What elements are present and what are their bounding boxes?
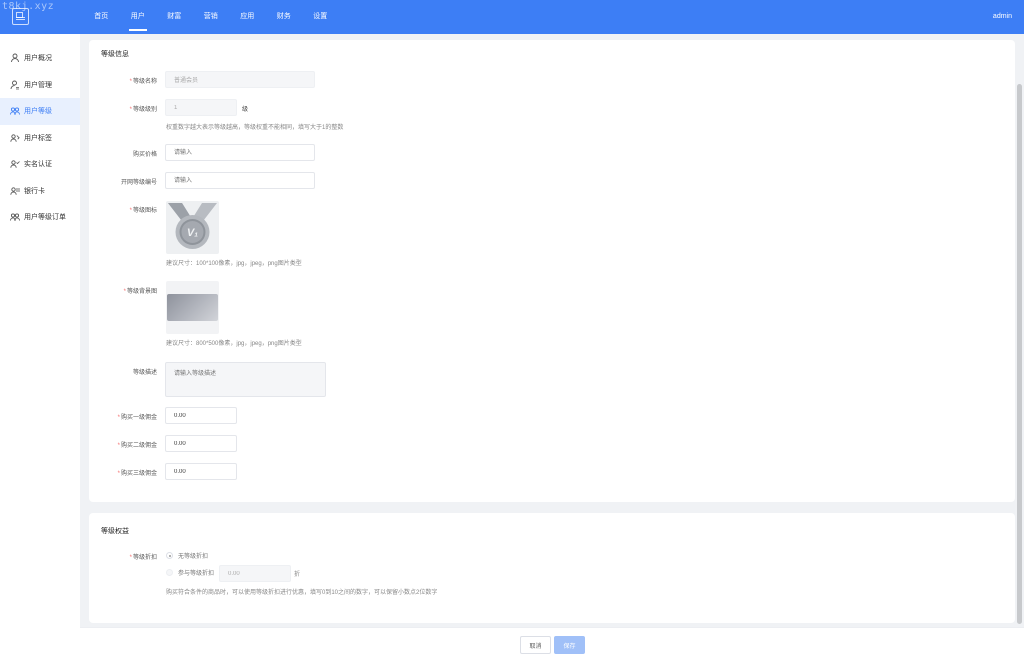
nav-user[interactable]: 用户 — [120, 0, 157, 34]
sidebar-item-bank-card[interactable]: 银行卡 — [0, 178, 80, 205]
field-label: *购买三级佣金 — [77, 468, 157, 477]
level-rights-card: 等级权益 *等级折扣 无等级折扣 参与等级折扣 折 购买符合条件的商品时，可以使… — [89, 513, 1015, 623]
nav-finance[interactable]: 财务 — [266, 0, 303, 34]
sidebar-item-label: 用户等级 — [24, 108, 52, 116]
level-background-upload[interactable] — [166, 281, 219, 334]
sidebar-item-user-level[interactable]: 用户等级 — [0, 98, 80, 125]
watermark-text: t8kj.xyz — [2, 1, 55, 12]
icon-hint: 建议尺寸：100*100像素，jpg，jpeg，png图片类型 — [166, 261, 302, 267]
label-text: 购买三级佣金 — [120, 471, 157, 477]
sidebar-item-real-name[interactable]: 实名认证 — [0, 151, 80, 178]
nav-apps[interactable]: 应用 — [229, 0, 266, 34]
sidebar-item-user-tag[interactable]: 用户标签 — [0, 125, 80, 152]
discount-unit: 折 — [294, 572, 301, 578]
field-label: *购买一级佣金 — [77, 412, 157, 421]
required-mark: * — [123, 289, 126, 295]
user-menu[interactable]: admin — [993, 0, 1012, 34]
user-tag-icon — [10, 133, 20, 143]
label-text: 等级名称 — [132, 79, 157, 85]
label-text: 等级级别 — [132, 107, 157, 113]
commission-level3-input[interactable] — [165, 463, 237, 480]
svg-text:V₁: V₁ — [187, 227, 198, 239]
required-mark: * — [117, 471, 120, 477]
label-text: 购买价格 — [132, 152, 157, 158]
sidebar-item-label: 银行卡 — [24, 187, 45, 195]
medal-icon: V₁ — [168, 203, 217, 249]
label-text: 开网等级编号 — [120, 180, 157, 186]
field-label: *等级图标 — [77, 205, 157, 214]
required-mark: * — [117, 443, 120, 449]
commission-level2-input[interactable] — [165, 435, 237, 452]
section-title: 等级信息 — [101, 51, 129, 58]
label-text: 等级折扣 — [132, 555, 157, 561]
nav-home[interactable]: 首页 — [83, 0, 120, 34]
level-icon-upload[interactable]: V₁ — [166, 201, 219, 254]
discount-hint: 购买符合条件的商品时，可以使用等级折扣进行优惠，填写0到10之间的数字，可以保留… — [166, 590, 438, 596]
user-icon — [10, 53, 20, 63]
sidebar-item-user-manage[interactable]: 用户管理 — [0, 72, 80, 99]
users-icon — [10, 106, 20, 116]
grade-hint: 权重数字越大表示等级越高，等级权重不能相同，填写大于1的整数 — [166, 125, 344, 131]
required-mark: * — [117, 415, 120, 421]
required-mark: * — [129, 107, 132, 113]
commission-level1-input[interactable] — [165, 407, 237, 424]
user-verify-icon — [10, 159, 20, 169]
field-label: 购买价格 — [77, 149, 157, 158]
grade-unit: 级 — [242, 107, 249, 113]
radio-selected-icon — [166, 552, 173, 559]
main-nav: 首页 用户 财富 营销 应用 财务 设置 — [83, 0, 339, 34]
sidebar-item-label: 用户概况 — [24, 55, 52, 63]
field-label: *等级折扣 — [77, 552, 157, 561]
radio-join-discount[interactable]: 参与等级折扣 — [166, 568, 214, 577]
field-label: *购买二级佣金 — [77, 440, 157, 449]
sidebar-item-user-overview[interactable]: 用户概况 — [0, 45, 80, 72]
sidebar-item-level-order[interactable]: 用户等级订单 — [0, 204, 80, 231]
background-preview-image — [167, 294, 218, 321]
sidebar-item-label: 用户管理 — [24, 81, 52, 89]
page-scrollbar[interactable] — [1017, 84, 1022, 624]
user-manage-icon — [10, 80, 20, 90]
field-label: *等级级别 — [77, 104, 157, 113]
level-name-input[interactable] — [165, 71, 315, 88]
label-text: 等级图标 — [132, 208, 157, 214]
level-info-card: 等级信息 *等级名称 *等级级别 级 权重数字越大表示等级越高，等级权重不能相同… — [89, 40, 1015, 502]
network-level-input[interactable] — [165, 172, 315, 189]
field-label: *等级背景图 — [77, 286, 157, 295]
required-mark: * — [129, 79, 132, 85]
required-mark: * — [129, 555, 132, 561]
radio-unselected-icon — [166, 569, 173, 576]
cancel-button[interactable]: 取消 — [520, 636, 551, 654]
users-order-icon — [10, 212, 20, 222]
sidebar-item-label: 实名认证 — [24, 161, 52, 169]
label-text: 购买二级佣金 — [120, 443, 157, 449]
discount-input[interactable] — [219, 565, 291, 582]
required-mark: * — [129, 208, 132, 214]
bank-card-icon — [10, 186, 20, 196]
nav-wealth[interactable]: 财富 — [156, 0, 193, 34]
section-title: 等级权益 — [101, 528, 129, 535]
background-hint: 建议尺寸：800*500像素，jpg，jpeg，png图片类型 — [166, 341, 302, 347]
nav-marketing[interactable]: 营销 — [193, 0, 230, 34]
radio-label: 无等级折扣 — [178, 554, 209, 560]
top-navbar: t8kj.xyz 首页 用户 财富 营销 应用 财务 设置 admin — [0, 0, 1024, 34]
radio-label: 参与等级折扣 — [178, 571, 215, 577]
save-button[interactable]: 保存 — [554, 636, 585, 654]
field-label: 开网等级编号 — [77, 177, 157, 186]
field-label: *等级名称 — [77, 76, 157, 85]
field-label: 等级描述 — [77, 367, 157, 376]
sidebar-item-label: 用户标签 — [24, 134, 52, 142]
label-text: 等级描述 — [132, 370, 157, 376]
radio-no-discount[interactable]: 无等级折扣 — [166, 551, 208, 560]
price-input[interactable] — [165, 144, 315, 161]
level-grade-input[interactable] — [165, 99, 237, 116]
level-description-textarea[interactable] — [165, 362, 326, 397]
label-text: 购买一级佣金 — [120, 415, 157, 421]
label-text: 等级背景图 — [126, 289, 157, 295]
sidebar: 用户概况 用户管理 用户等级 用户标签 实名认证 银行卡 用户等级订单 — [0, 34, 80, 660]
form-footer: 取消 保存 — [80, 627, 1024, 660]
sidebar-item-label: 用户等级订单 — [24, 214, 66, 222]
nav-settings[interactable]: 设置 — [302, 0, 339, 34]
